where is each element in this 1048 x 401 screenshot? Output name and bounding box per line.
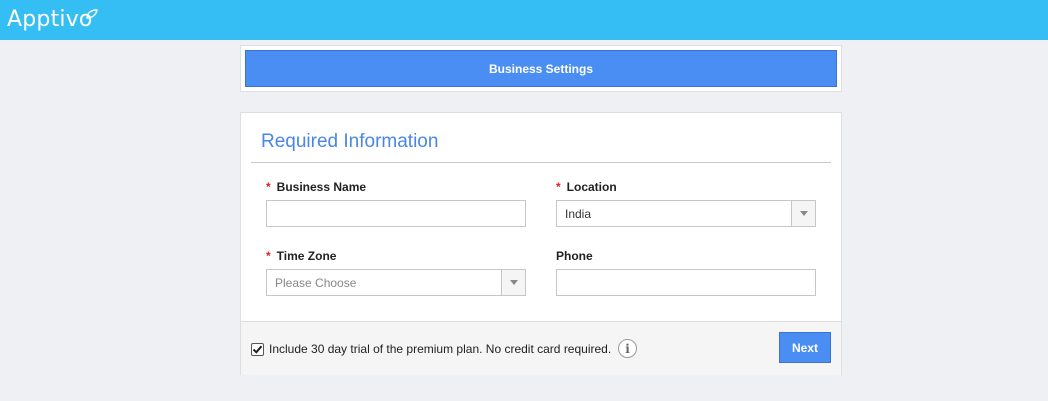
top-header-bar: Apptivo (0, 0, 1048, 40)
wizard-steps-card: Business Settings (240, 45, 842, 92)
logo-text: Apptivo (7, 7, 93, 32)
time-zone-placeholder: Please Choose (275, 275, 357, 290)
trial-checkbox[interactable] (251, 343, 264, 356)
required-marker: * (266, 180, 271, 194)
location-selected-value: India (565, 206, 592, 221)
trial-label[interactable]: Include 30 day trial of the premium plan… (269, 342, 611, 356)
phone-label-text: Phone (556, 249, 593, 263)
time-zone-dropdown-arrow[interactable] (501, 270, 525, 295)
time-zone-label: * Time Zone (266, 249, 336, 263)
location-select[interactable]: India (556, 200, 816, 227)
form-footer: Include 30 day trial of the premium plan… (241, 321, 841, 375)
chevron-down-icon (509, 280, 518, 285)
required-marker: * (556, 180, 561, 194)
location-dropdown-arrow[interactable] (791, 201, 815, 226)
business-name-input[interactable] (266, 200, 526, 227)
required-information-form: Required Information * Business Name * Loc… (240, 112, 842, 375)
next-button[interactable]: Next (779, 332, 831, 363)
step-tab-business-settings[interactable]: Business Settings (245, 50, 837, 87)
section-title: Required Information (261, 131, 439, 152)
location-label: * Location (556, 180, 617, 194)
leaf-icon (86, 9, 98, 19)
phone-input[interactable] (556, 269, 816, 296)
location-label-text: Location (566, 180, 617, 194)
chevron-down-icon (799, 211, 808, 216)
info-icon[interactable]: i (618, 339, 637, 358)
app-logo[interactable]: Apptivo (7, 6, 98, 34)
checkmark-icon (252, 345, 263, 354)
step-tab-label: Business Settings (488, 61, 594, 76)
business-name-label-text: Business Name (276, 180, 367, 194)
phone-label: Phone (556, 249, 593, 263)
section-divider (251, 162, 831, 163)
time-zone-label-text: Time Zone (276, 249, 337, 263)
required-marker: * (266, 249, 271, 263)
time-zone-select[interactable]: Please Choose (266, 269, 526, 296)
business-name-label: * Business Name (266, 180, 366, 194)
